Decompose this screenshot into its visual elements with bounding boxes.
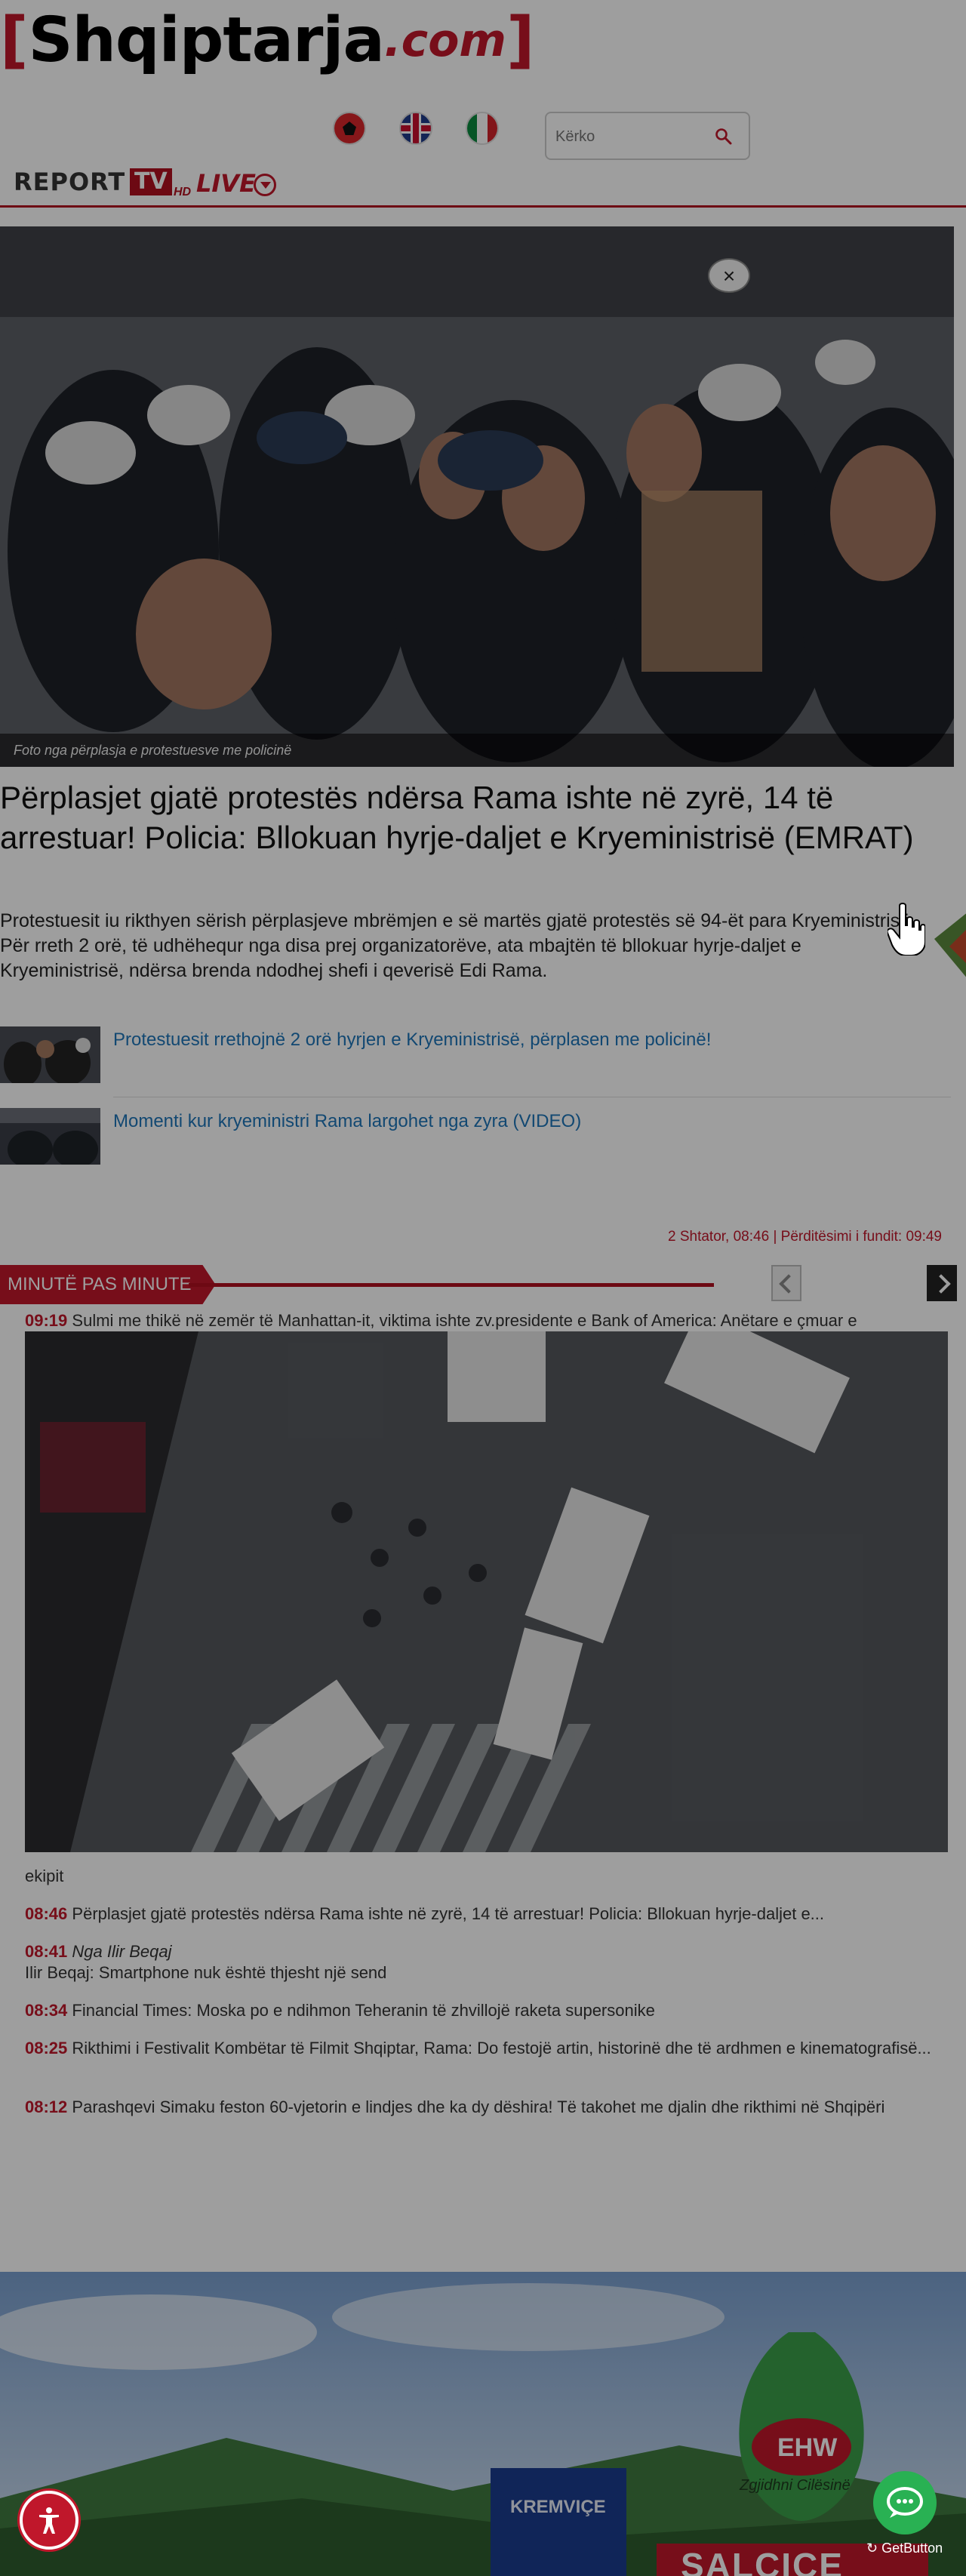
photo-caption: Foto nga përplasja e protestuesve me pol… bbox=[14, 743, 292, 758]
prev-button[interactable] bbox=[771, 1265, 801, 1301]
chevron-left-icon bbox=[779, 1274, 798, 1294]
live-label: LIVE bbox=[196, 169, 256, 198]
minute-divider bbox=[189, 1283, 714, 1287]
chevron-right-icon bbox=[931, 1274, 951, 1294]
feed-text: Ilir Beqaj: Smartphone nuk është thjesht… bbox=[25, 1963, 387, 1982]
feed-item[interactable]: 08:25 Rikthimi i Festivalit Kombëtar të … bbox=[25, 2038, 946, 2059]
italy-flag-icon[interactable] bbox=[467, 113, 497, 143]
site-logo[interactable]: [ Shqiptarja .com ] bbox=[0, 6, 534, 75]
accessibility-button[interactable] bbox=[20, 2491, 78, 2550]
hero-photo: Foto nga përplasja e protestuesve me pol… bbox=[0, 226, 954, 767]
feed-image[interactable] bbox=[25, 1331, 948, 1852]
search-box bbox=[545, 112, 750, 160]
leaf-decoration-icon bbox=[934, 913, 966, 977]
minute-by-minute-tag: MINUTË PAS MINUTE bbox=[0, 1265, 216, 1304]
minute-by-minute-header: MINUTË PAS MINUTE bbox=[0, 1265, 966, 1304]
search-icon[interactable] bbox=[714, 127, 732, 145]
article-timestamp: 2 Shtator, 08:46 | Përditësimi i fundit:… bbox=[668, 1229, 942, 1245]
accessibility-icon bbox=[39, 2507, 59, 2534]
feed-text: Parashqevi Simaku feston 60-vjetorin e l… bbox=[72, 2097, 885, 2116]
article-headline: Përplasjet gjatë protestës ndërsa Rama i… bbox=[0, 780, 914, 855]
logo-right-bracket: ] bbox=[506, 5, 535, 76]
advertisement-banner[interactable]: EHW Zgjidhni Cilësinë KREMVIÇE SALCICE bbox=[0, 2272, 966, 2576]
logo-domain: .com bbox=[383, 14, 506, 67]
street-aerial-image bbox=[25, 1331, 948, 1852]
article-lead: Protestuesit iu rikthyen sërish përplasj… bbox=[0, 910, 916, 981]
related-article[interactable]: Momenti kur kryeministri Rama largohet n… bbox=[0, 1108, 951, 1168]
related-thumbnail[interactable] bbox=[0, 1026, 100, 1083]
feed-text: Përplasjet gjatë protestës ndërsa Rama i… bbox=[72, 1904, 825, 1923]
feed-item[interactable]: 08:12 Parashqevi Simaku feston 60-vjetor… bbox=[25, 2097, 946, 2118]
feed-time: 08:12 bbox=[25, 2097, 68, 2116]
related-link[interactable]: Protestuesit rrethojnë 2 orë hyrjen e Kr… bbox=[113, 1029, 711, 1051]
feed-author: Nga Ilir Beqaj bbox=[72, 1942, 172, 1961]
chat-button[interactable] bbox=[873, 2471, 937, 2534]
hd-label: HD bbox=[174, 186, 192, 199]
next-button[interactable] bbox=[927, 1265, 957, 1301]
ad-tagline: Zgjidhni Cilësinë bbox=[740, 2477, 851, 2494]
feed-item[interactable]: 09:19 Sulmi me thikë në zemër të Manhatt… bbox=[25, 1310, 946, 1331]
page: [ Shqiptarja .com ] REPORT TV HD LIVE bbox=[0, 0, 966, 2576]
feed-item[interactable]: 08:46 Përplasjet gjatë protestës ndërsa … bbox=[25, 1904, 946, 1925]
feed-time: 08:34 bbox=[25, 2001, 68, 2020]
live-dropdown-icon[interactable] bbox=[254, 174, 276, 196]
feed-text: Rikthimi i Festivalit Kombëtar të Filmit… bbox=[72, 2039, 931, 2057]
getbutton-label: GetButton bbox=[881, 2541, 943, 2556]
getbutton-link[interactable]: ↻ GetButton bbox=[866, 2541, 943, 2556]
close-button[interactable]: × bbox=[708, 258, 750, 293]
tv-label: TV bbox=[130, 168, 172, 195]
ad-image bbox=[0, 2272, 966, 2576]
report-label: REPORT bbox=[14, 168, 126, 196]
albania-flag-icon[interactable] bbox=[334, 113, 365, 143]
logo-left-bracket: [ bbox=[0, 5, 29, 76]
related-thumbnail[interactable] bbox=[0, 1108, 100, 1165]
ad-brand: EHW bbox=[777, 2433, 838, 2462]
search-input[interactable] bbox=[554, 119, 708, 154]
uk-flag-icon[interactable] bbox=[401, 113, 431, 143]
related-article[interactable]: Protestuesit rrethojnë 2 orë hyrjen e Kr… bbox=[0, 1026, 951, 1097]
protest-scene-image bbox=[0, 226, 954, 767]
feed-item-continuation: ekipit bbox=[25, 1867, 64, 1885]
feed-time: 09:19 bbox=[25, 1311, 68, 1330]
report-tv-live-bar[interactable]: REPORT TV HD LIVE bbox=[0, 160, 966, 208]
feed-time: 08:41 bbox=[25, 1942, 68, 1961]
feed-text: Financial Times: Moska po e ndihmon Tehe… bbox=[72, 2001, 655, 2020]
getbutton-icon: ↻ bbox=[866, 2541, 882, 2556]
feed-text: Sulmi me thikë në zemër të Manhattan-it,… bbox=[72, 1311, 857, 1330]
feed-item[interactable]: 08:34 Financial Times: Moska po e ndihmo… bbox=[25, 2000, 946, 2021]
feed-time: 08:25 bbox=[25, 2039, 68, 2057]
hand-cursor-icon bbox=[888, 903, 925, 956]
chat-bubble-icon bbox=[887, 2487, 923, 2518]
ad-product: SALCICE bbox=[681, 2546, 844, 2576]
photo-caption-bar: Foto nga përplasja e protestuesve me pol… bbox=[0, 734, 954, 767]
logo-name: Shqiptarja bbox=[28, 5, 384, 76]
feed-item[interactable]: 08:41 Nga Ilir Beqaj Ilir Beqaj: Smartph… bbox=[25, 1941, 946, 1984]
ad-sign: KREMVIÇE bbox=[510, 2497, 606, 2517]
language-switcher bbox=[334, 113, 497, 143]
related-link[interactable]: Momenti kur kryeministri Rama largohet n… bbox=[113, 1111, 581, 1132]
feed-time: 08:46 bbox=[25, 1904, 68, 1923]
